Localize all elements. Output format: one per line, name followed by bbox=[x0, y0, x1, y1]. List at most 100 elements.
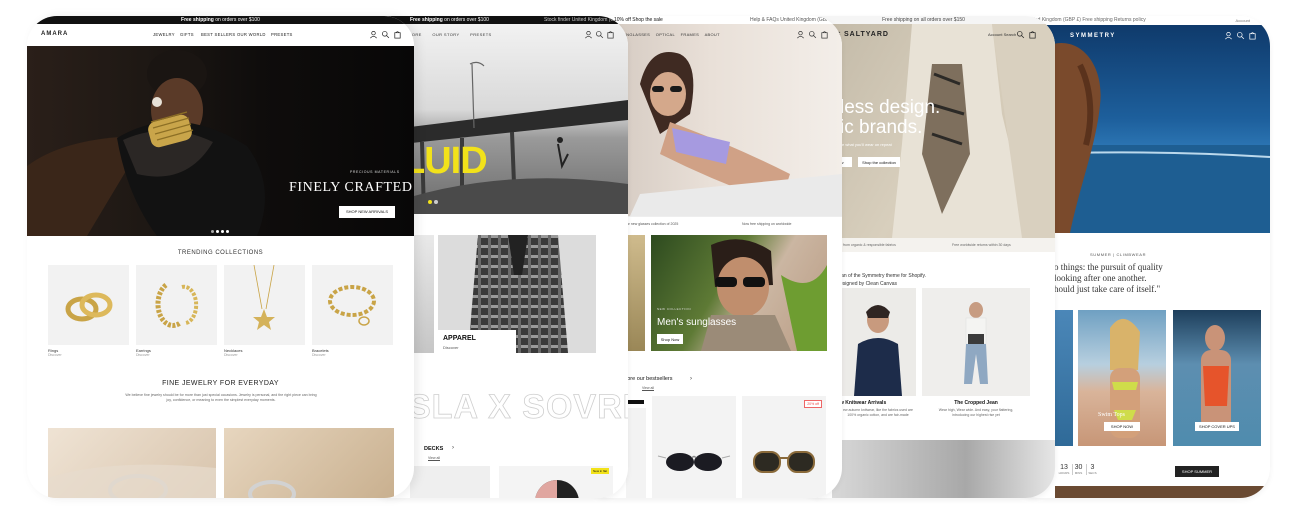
jean-model-icon bbox=[964, 302, 988, 384]
sale-badge: 20% off bbox=[804, 400, 822, 408]
saltyard-account-search[interactable]: Account Search bbox=[988, 32, 1016, 37]
countdown-secs-label: SECS bbox=[1088, 471, 1097, 475]
intro-line-1: ian of the Symmetry theme for Shopify. bbox=[840, 273, 927, 279]
nav-presets[interactable]: PRESETS bbox=[470, 32, 491, 37]
slide-dot[interactable] bbox=[211, 230, 214, 233]
account-icon[interactable] bbox=[369, 30, 378, 39]
rings-icon bbox=[65, 292, 113, 322]
symmetry-logo[interactable]: SYMMETRY bbox=[1070, 33, 1116, 39]
bestseller-product-1[interactable] bbox=[652, 396, 736, 498]
knitwear-desc: ew autumn knitwear, like the fabrics use… bbox=[843, 408, 913, 417]
apparel-title[interactable]: APPAREL bbox=[443, 335, 476, 342]
knitwear-title[interactable]: w Knitwear Arrivals bbox=[840, 400, 920, 406]
chain-bracelet-icon bbox=[328, 285, 376, 326]
bestseller-product-left-peek[interactable] bbox=[626, 408, 646, 498]
swim-image-3[interactable]: SHOP COVER UPS bbox=[1173, 310, 1261, 446]
nav-best-sellers[interactable]: BEST SELLERS bbox=[201, 32, 235, 37]
hero-line-1: less design. bbox=[840, 97, 941, 118]
collection-bracelets-image[interactable] bbox=[312, 265, 393, 345]
cart-icon[interactable] bbox=[606, 30, 615, 39]
knitwear-image[interactable] bbox=[840, 288, 916, 396]
cart-icon[interactable] bbox=[820, 30, 829, 39]
eyewear-topright-links[interactable]: Help & FAQs United Kingdom (GBP £) Engli… bbox=[750, 16, 842, 24]
search-icon[interactable] bbox=[808, 30, 817, 39]
account-icon[interactable] bbox=[1224, 31, 1233, 40]
deck-product-1[interactable] bbox=[410, 466, 490, 498]
shop-the-collection-button[interactable]: Shop the collection bbox=[858, 157, 900, 167]
apparel-discover[interactable]: Discover bbox=[443, 345, 459, 350]
collection-bracelets-discover[interactable]: Discover bbox=[312, 353, 326, 357]
mens-sunglasses-image[interactable]: NEW COLLECTION Men's sunglasses Shop Now bbox=[651, 235, 827, 351]
cart-icon[interactable] bbox=[393, 30, 402, 39]
chevron-right-icon[interactable]: › bbox=[690, 376, 692, 382]
hero-line-2: ic brands. bbox=[840, 117, 923, 138]
skate-topright-links[interactable]: Stock finder United Kingdom (GBP £) Engl… bbox=[544, 16, 628, 24]
hero-kicker: PRECIOUS MATERIALS bbox=[350, 170, 400, 174]
announcement-bold: Free shipping bbox=[181, 17, 214, 23]
aviator-glasses-icon bbox=[657, 453, 731, 471]
shop-new-arrivals-button[interactable]: SHOP NEW ARRIVALS bbox=[339, 206, 395, 218]
slide-dot-active[interactable] bbox=[428, 200, 432, 204]
shop-cover-ups-button[interactable]: SHOP COVER UPS bbox=[1195, 422, 1239, 431]
bottom-image-peek bbox=[1055, 486, 1265, 498]
nav-frames[interactable]: FRAMES bbox=[681, 32, 699, 37]
cropped-jean-title[interactable]: The Cropped Jean bbox=[922, 400, 1030, 406]
slide-dot-active[interactable] bbox=[216, 230, 219, 233]
symmetry-quote: o things: the pursuit of quality looking… bbox=[1054, 262, 1163, 295]
cart-icon[interactable] bbox=[1248, 31, 1257, 40]
hoop-earrings-icon bbox=[155, 283, 199, 328]
shop-now-button[interactable]: Shop Now bbox=[657, 334, 683, 344]
cropped-jean-image[interactable] bbox=[922, 288, 1030, 396]
nav-jewelry[interactable]: JEWELRY bbox=[153, 32, 175, 37]
theme-preview-collage: United Kingdom (GBP £) Free shipping Ret… bbox=[0, 0, 1294, 517]
announcement-bold: Free shipping bbox=[410, 17, 443, 23]
nav-presets[interactable]: PRESETS bbox=[271, 32, 293, 37]
collection-earrings-image[interactable] bbox=[136, 265, 217, 345]
collection-necklaces-discover[interactable]: Discover bbox=[224, 353, 238, 357]
saltyard-logo[interactable]: SALTYARD bbox=[844, 31, 889, 38]
collection-earrings-discover[interactable]: Discover bbox=[136, 353, 150, 357]
saltyard-intro: ian of the Symmetry theme for Shopify. e… bbox=[840, 272, 926, 288]
skate-hero-word: LUID bbox=[402, 140, 488, 182]
decks-title[interactable]: DECKS bbox=[424, 446, 443, 452]
collection-rings-image[interactable] bbox=[48, 265, 129, 345]
search-icon[interactable] bbox=[381, 30, 390, 39]
bestsellers-view-all[interactable]: View all bbox=[642, 386, 654, 391]
countdown-mins-label: MINS bbox=[1074, 471, 1083, 475]
slide-dot[interactable] bbox=[434, 200, 438, 204]
fine-jewelry-heading: FINE JEWELRY FOR EVERYDAY bbox=[162, 380, 279, 387]
nav-our-story[interactable]: OUR STORY bbox=[432, 32, 459, 37]
account-icon[interactable] bbox=[796, 30, 805, 39]
feature-image-1[interactable] bbox=[48, 428, 216, 498]
nav-about[interactable]: ABOUT bbox=[705, 32, 720, 37]
nav-gifts[interactable]: GIFTS bbox=[180, 32, 194, 37]
decks-view-all[interactable]: View all bbox=[428, 456, 440, 461]
chevron-right-icon[interactable]: › bbox=[452, 445, 454, 451]
swim-image-2[interactable]: Swim Tops SHOP NOW bbox=[1078, 310, 1166, 446]
swim-image-1[interactable] bbox=[1055, 310, 1073, 446]
intro-line-2: esigned by Clean Canvas bbox=[840, 281, 897, 287]
nav-our-world[interactable]: OUR WORLD bbox=[237, 32, 266, 37]
nav-optical[interactable]: OPTICAL bbox=[656, 32, 675, 37]
usp-left: d from organic & responsible fabrics bbox=[840, 243, 896, 247]
countdown-secs: 3 bbox=[1090, 464, 1095, 471]
search-icon[interactable] bbox=[1236, 31, 1245, 40]
symmetry-account-link[interactable]: Account bbox=[1236, 18, 1250, 23]
shop-summer-button[interactable]: SHOP SUMMER bbox=[1175, 466, 1219, 477]
slide-dot[interactable] bbox=[226, 230, 229, 233]
slide-dot[interactable] bbox=[221, 230, 224, 233]
amara-logo[interactable]: AMARA bbox=[41, 31, 68, 37]
collection-necklaces-image[interactable] bbox=[224, 264, 305, 345]
deck-product-2[interactable]: New in flat bbox=[499, 466, 613, 498]
amara-theme-card[interactable]: Free shipping on orders over $100 AMARA … bbox=[27, 16, 414, 498]
bestseller-product-2[interactable]: 20% off bbox=[742, 396, 826, 498]
eyewear-left-tile[interactable] bbox=[627, 235, 645, 351]
shop-now-button[interactable]: SHOP NOW bbox=[1104, 422, 1140, 431]
account-icon[interactable] bbox=[584, 30, 593, 39]
cart-icon[interactable] bbox=[1028, 30, 1037, 39]
search-icon[interactable] bbox=[595, 30, 604, 39]
collection-rings-discover[interactable]: Discover bbox=[48, 353, 62, 357]
search-icon[interactable] bbox=[1016, 30, 1025, 39]
feature-image-2[interactable] bbox=[224, 428, 394, 498]
mens-card-kicker: NEW COLLECTION bbox=[657, 307, 692, 311]
